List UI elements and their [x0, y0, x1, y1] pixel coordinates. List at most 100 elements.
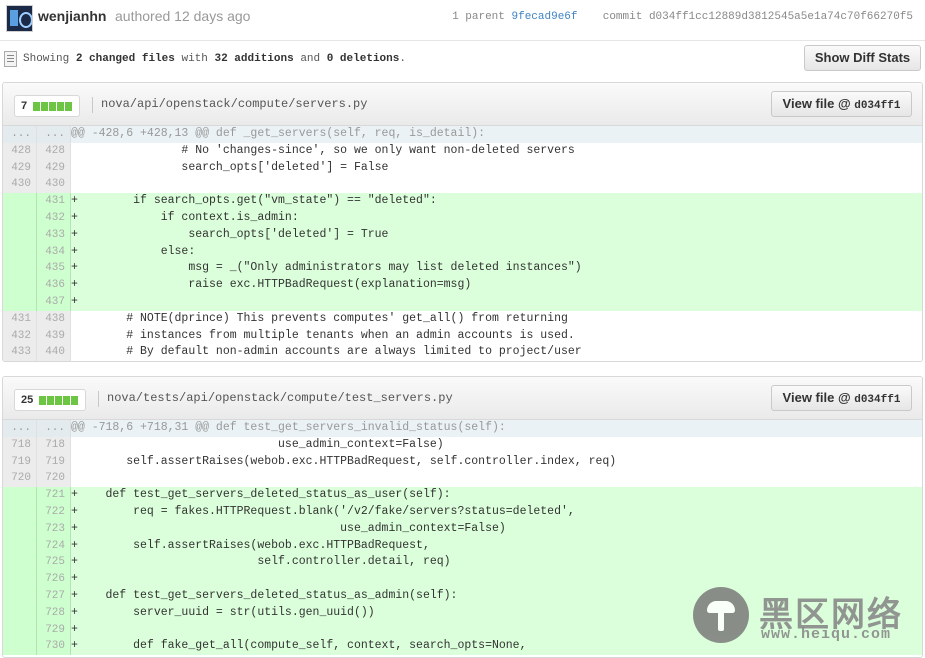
new-line-number-cell[interactable]: 432 — [36, 209, 71, 227]
old-line-number[interactable] — [31, 607, 36, 619]
old-line-number-cell[interactable] — [3, 226, 37, 244]
new-line-number[interactable]: 724 — [45, 540, 70, 552]
old-line-number-cell[interactable]: ... — [3, 126, 37, 143]
new-line-number[interactable]: 431 — [45, 195, 70, 207]
new-line-number-cell[interactable]: 440 — [36, 344, 71, 362]
old-line-number[interactable]: 432 — [11, 330, 36, 342]
avatar[interactable] — [6, 5, 33, 32]
new-line-number[interactable]: 729 — [45, 624, 70, 636]
author-link[interactable]: wenjianhn — [38, 8, 106, 24]
new-line-number-cell[interactable]: 720 — [36, 470, 71, 488]
old-line-number-cell[interactable]: 433 — [3, 344, 37, 362]
new-line-number-cell[interactable]: 439 — [36, 327, 71, 345]
old-line-number[interactable]: ... — [11, 128, 36, 140]
new-line-number[interactable]: 436 — [45, 279, 70, 291]
new-line-number[interactable]: 719 — [45, 456, 70, 468]
new-line-number-cell[interactable]: 721 — [36, 487, 71, 504]
new-line-number[interactable]: 434 — [45, 246, 70, 258]
old-line-number-cell[interactable] — [3, 571, 37, 588]
old-line-number-cell[interactable] — [3, 193, 37, 210]
new-line-number[interactable]: 440 — [45, 346, 70, 358]
old-line-number-cell[interactable] — [3, 487, 37, 504]
new-line-number-cell[interactable]: 434 — [36, 243, 71, 261]
old-line-number[interactable] — [31, 246, 36, 258]
new-line-number[interactable]: 429 — [45, 162, 70, 174]
old-line-number-cell[interactable] — [3, 621, 37, 639]
old-line-number[interactable] — [31, 195, 36, 207]
old-line-number[interactable] — [31, 540, 36, 552]
new-line-number[interactable]: 437 — [45, 296, 70, 308]
old-line-number[interactable] — [31, 590, 36, 602]
view-file-button[interactable]: View file @ d034ff1 — [771, 91, 912, 117]
new-line-number-cell[interactable]: 431 — [36, 193, 71, 210]
new-line-number[interactable]: 727 — [45, 590, 70, 602]
new-line-number-cell[interactable]: 725 — [36, 554, 71, 572]
old-line-number[interactable] — [31, 229, 36, 241]
new-line-number-cell[interactable]: 436 — [36, 277, 71, 294]
old-line-number[interactable] — [31, 573, 36, 585]
old-line-number[interactable]: 718 — [11, 439, 36, 451]
new-line-number-cell[interactable]: 730 — [36, 638, 71, 656]
new-line-number[interactable]: ... — [45, 422, 70, 434]
new-line-number-cell[interactable]: 438 — [36, 310, 71, 328]
new-line-number-cell[interactable]: ... — [36, 420, 71, 437]
new-line-number[interactable]: 726 — [45, 573, 70, 585]
new-line-number[interactable]: 720 — [45, 472, 70, 484]
diffstat-badge[interactable]: 7 — [14, 95, 81, 117]
old-line-number-cell[interactable] — [3, 260, 37, 278]
old-line-number-cell[interactable] — [3, 638, 37, 656]
new-line-number-cell[interactable]: 724 — [36, 537, 71, 555]
new-line-number[interactable]: 428 — [45, 145, 70, 157]
old-line-number[interactable]: 428 — [11, 145, 36, 157]
view-file-button[interactable]: View file @ d034ff1 — [771, 385, 912, 411]
old-line-number[interactable] — [31, 506, 36, 518]
old-line-number-cell[interactable]: 431 — [3, 310, 37, 328]
old-line-number-cell[interactable]: 432 — [3, 327, 37, 345]
new-line-number-cell[interactable]: 429 — [36, 159, 71, 177]
new-line-number-cell[interactable]: 428 — [36, 142, 71, 160]
old-line-number[interactable] — [31, 279, 36, 291]
old-line-number-cell[interactable] — [3, 293, 37, 311]
new-line-number-cell[interactable]: 430 — [36, 176, 71, 194]
new-line-number[interactable]: 721 — [45, 489, 70, 501]
old-line-number-cell[interactable]: 429 — [3, 159, 37, 177]
file-list-icon[interactable] — [4, 51, 17, 67]
old-line-number-cell[interactable]: 719 — [3, 453, 37, 471]
old-line-number[interactable] — [31, 556, 36, 568]
old-line-number[interactable]: 433 — [11, 346, 36, 358]
new-line-number[interactable]: 439 — [45, 330, 70, 342]
old-line-number-cell[interactable]: 430 — [3, 176, 37, 194]
old-line-number-cell[interactable]: 720 — [3, 470, 37, 488]
new-line-number-cell[interactable]: 437 — [36, 293, 71, 311]
new-line-number[interactable]: 432 — [45, 212, 70, 224]
new-line-number-cell[interactable]: 729 — [36, 621, 71, 639]
old-line-number-cell[interactable]: 718 — [3, 436, 37, 454]
new-line-number[interactable]: 430 — [45, 178, 70, 190]
new-line-number[interactable]: 725 — [45, 556, 70, 568]
old-line-number-cell[interactable]: ... — [3, 420, 37, 437]
parent-sha-link[interactable]: 9fecad9e6f — [512, 11, 578, 23]
new-line-number[interactable]: 723 — [45, 523, 70, 535]
new-line-number[interactable]: 435 — [45, 262, 70, 274]
new-line-number-cell[interactable]: 433 — [36, 226, 71, 244]
new-line-number[interactable]: 728 — [45, 607, 70, 619]
new-line-number[interactable]: ... — [45, 128, 70, 140]
old-line-number[interactable] — [31, 262, 36, 274]
old-line-number[interactable]: 719 — [11, 456, 36, 468]
old-line-number[interactable] — [31, 489, 36, 501]
old-line-number[interactable]: 429 — [11, 162, 36, 174]
new-line-number-cell[interactable]: 718 — [36, 436, 71, 454]
new-line-number-cell[interactable]: 723 — [36, 520, 71, 538]
new-line-number-cell[interactable]: 722 — [36, 503, 71, 521]
old-line-number-cell[interactable] — [3, 587, 37, 605]
new-line-number-cell[interactable]: ... — [36, 126, 71, 143]
old-line-number[interactable]: 720 — [11, 472, 36, 484]
new-line-number[interactable]: 433 — [45, 229, 70, 241]
new-line-number-cell[interactable]: 719 — [36, 453, 71, 471]
old-line-number-cell[interactable] — [3, 520, 37, 538]
old-line-number[interactable] — [31, 523, 36, 535]
new-line-number[interactable]: 718 — [45, 439, 70, 451]
new-line-number-cell[interactable]: 726 — [36, 571, 71, 588]
old-line-number[interactable]: ... — [11, 422, 36, 434]
old-line-number-cell[interactable]: 428 — [3, 142, 37, 160]
